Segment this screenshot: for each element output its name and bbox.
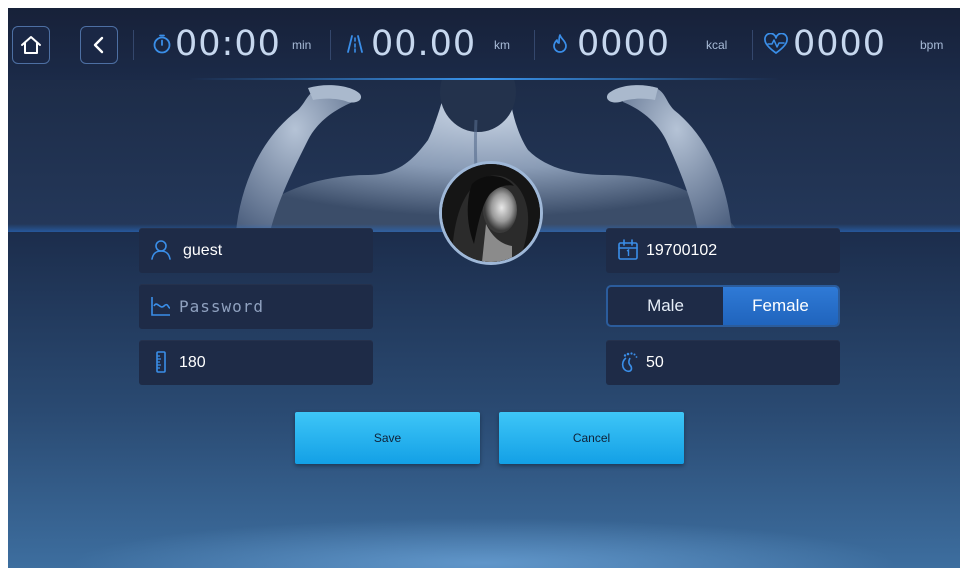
- heart-rate-unit: bpm: [920, 38, 944, 52]
- save-button[interactable]: Save: [295, 412, 480, 464]
- birthday-value: 19700102: [646, 242, 718, 259]
- ruler-icon: [156, 351, 166, 373]
- calories-value: 0000: [577, 24, 671, 64]
- back-button[interactable]: [80, 26, 118, 64]
- heart-rate-value: 0000: [793, 24, 887, 64]
- road-icon: [347, 35, 363, 53]
- height-value: 180: [179, 354, 206, 371]
- flame-icon: [553, 34, 567, 53]
- cancel-button[interactable]: Cancel: [499, 412, 684, 464]
- password-field[interactable]: [139, 284, 373, 329]
- distance-value: 00.00: [371, 24, 477, 64]
- password-input[interactable]: [179, 295, 359, 317]
- calories-unit: kcal: [706, 38, 728, 52]
- gender-toggle[interactable]: Male Female: [606, 285, 840, 327]
- chevron-left-icon: [93, 36, 104, 54]
- time-unit: min: [292, 38, 312, 52]
- calendar-icon: [618, 239, 638, 260]
- time-value: 00:00: [175, 24, 281, 64]
- heart-rate-icon: [764, 33, 788, 54]
- stopwatch-icon: [153, 34, 171, 54]
- profile-avatar[interactable]: [439, 161, 543, 265]
- foot-icon: [621, 352, 638, 373]
- app-screen: 00:00 min 00.00 km 0000 kcal 0000 bpm gu…: [8, 8, 960, 568]
- gender-option-female[interactable]: Female: [723, 287, 838, 325]
- home-button[interactable]: [12, 26, 50, 64]
- weight-field[interactable]: 50: [606, 340, 840, 385]
- divider: [752, 30, 753, 60]
- height-field[interactable]: 180: [139, 340, 373, 385]
- distance-unit: km: [494, 38, 510, 52]
- birthday-field[interactable]: 19700102: [606, 228, 840, 273]
- home-icon: [21, 36, 41, 54]
- top-status-bar: 00:00 min 00.00 km 0000 kcal 0000 bpm: [8, 8, 960, 80]
- divider: [330, 30, 331, 60]
- user-icon: [151, 240, 171, 260]
- username-field[interactable]: guest: [139, 228, 373, 273]
- username-value: guest: [183, 242, 223, 259]
- divider: [534, 30, 535, 60]
- divider: [133, 30, 134, 60]
- weight-value: 50: [646, 354, 664, 371]
- gender-option-male[interactable]: Male: [608, 287, 723, 325]
- password-chart-icon: [151, 297, 171, 316]
